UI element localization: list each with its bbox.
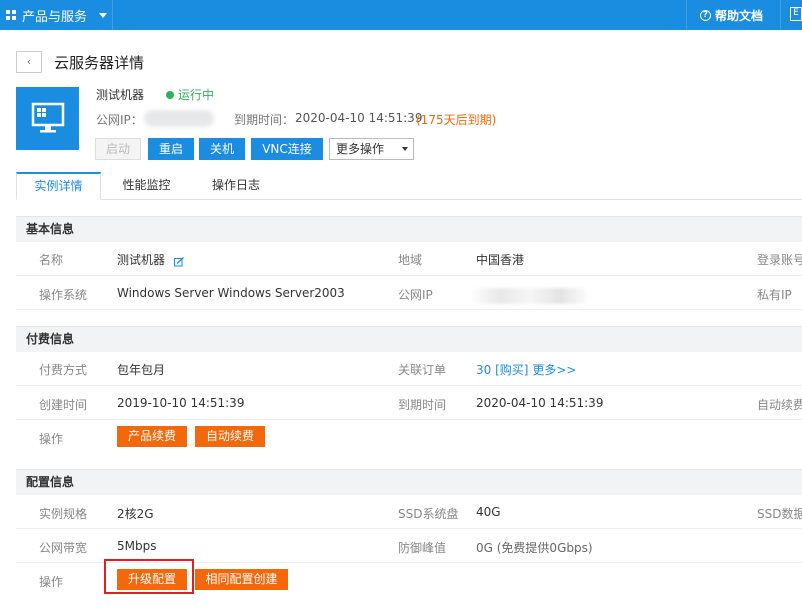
status-text: 运行中	[178, 88, 215, 102]
restart-button[interactable]: 重启	[148, 138, 194, 160]
start-button[interactable]: 启动	[95, 138, 141, 160]
highlight-box	[104, 559, 194, 594]
caret-down-icon	[402, 147, 408, 151]
linked-order-group: 30 [购买] 更多>>	[476, 361, 576, 378]
billing-info-header: 付费信息	[16, 326, 802, 352]
auto-renew-label: 自动续费	[757, 398, 802, 412]
status-dot-icon	[166, 90, 174, 99]
more-actions-label: 更多操作	[336, 142, 385, 156]
order-more-link[interactable]: 更多>>	[532, 363, 576, 377]
topbar-divider	[780, 0, 781, 30]
help-docs-label: 帮助文档	[715, 8, 764, 23]
grid-menu-icon	[6, 10, 16, 20]
os-value: Windows Server Windows Server2003	[117, 286, 345, 300]
more-actions-dropdown[interactable]: 更多操作	[329, 138, 414, 160]
chevron-left-icon: ‹	[26, 55, 32, 68]
os-label: 操作系统	[39, 288, 88, 302]
expire-time-value: 2020-04-10 14:51:39	[295, 111, 423, 125]
ssd-data-disk-label: SSD数据盘	[757, 507, 802, 521]
name-label: 名称	[39, 253, 64, 267]
billing-ops-label: 操作	[39, 432, 64, 446]
order-buy-link[interactable]: [购买]	[495, 363, 528, 377]
public-ip-row-label: 公网IP	[398, 288, 433, 302]
caret-down-icon	[99, 12, 108, 18]
order-count-link[interactable]: 30	[476, 363, 491, 377]
public-ip-value-redacted	[144, 110, 214, 127]
public-ip-row-redacted	[470, 288, 590, 304]
billing-expire-value: 2020-04-10 14:51:39	[476, 396, 604, 410]
bandwidth-label: 公网带宽	[39, 541, 88, 555]
products-services-menu[interactable]: 产品与服务	[0, 0, 108, 30]
ssd-system-disk-label: SSD系统盘	[398, 507, 459, 521]
instance-spec-value: 2核2G	[117, 507, 154, 521]
tab-operation-log[interactable]: 操作日志	[196, 172, 276, 200]
help-docs-link[interactable]: ? 帮助文档	[700, 0, 763, 30]
public-ip-label: 公网IP：	[96, 113, 143, 127]
top-navigation-bar: 产品与服务 ? 帮助文档 E	[0, 0, 802, 30]
ssd-system-disk-value: 40G	[476, 505, 501, 519]
vnc-connect-button[interactable]: VNC连接	[251, 138, 323, 160]
basic-info-header: 基本信息	[16, 216, 802, 242]
topbar-divider	[112, 0, 113, 30]
name-value: 测试机器	[117, 253, 166, 267]
status-badge: 运行中	[166, 86, 214, 103]
shutdown-button[interactable]: 关机	[199, 138, 245, 160]
detail-tabs: 实例详情 性能监控 操作日志	[16, 172, 802, 200]
billing-mode-label: 付费方式	[39, 363, 88, 377]
region-value: 中国香港	[476, 253, 525, 267]
region-label: 地域	[398, 253, 423, 267]
auto-renew-button[interactable]: 自动续费	[195, 426, 265, 447]
help-circle-icon: ?	[700, 9, 711, 21]
created-time-value: 2019-10-10 14:51:39	[117, 396, 245, 410]
private-ip-label: 私有IP	[757, 288, 792, 302]
back-button[interactable]: ‹	[16, 51, 42, 73]
instance-spec-label: 实例规格	[39, 507, 88, 521]
config-ops-label: 操作	[39, 575, 64, 589]
billing-mode-value: 包年包月	[117, 363, 166, 377]
edit-icon[interactable]	[174, 257, 184, 267]
expire-time-label: 到期时间：	[234, 113, 295, 127]
ddos-peak-label: 防御峰值	[398, 541, 447, 555]
topbar-divider	[686, 0, 687, 30]
ddos-peak-value: 0G (免费提供0Gbps)	[476, 541, 593, 555]
bandwidth-value: 5Mbps	[117, 539, 157, 553]
monitor-icon	[16, 87, 79, 150]
page-title: 云服务器详情	[54, 54, 145, 72]
tab-instance-details[interactable]: 实例详情	[16, 172, 101, 200]
billing-expire-label: 到期时间	[398, 398, 447, 412]
linked-order-label: 关联订单	[398, 363, 447, 377]
config-info-header: 配置信息	[16, 469, 802, 495]
expire-remaining: (175天后到期)	[416, 113, 497, 127]
clone-config-button[interactable]: 相同配置创建	[195, 569, 288, 590]
created-time-label: 创建时间	[39, 398, 88, 412]
products-services-label: 产品与服务	[22, 9, 88, 25]
tab-performance-monitor[interactable]: 性能监控	[109, 172, 184, 200]
renew-product-button[interactable]: 产品续费	[117, 426, 187, 447]
user-menu-icon[interactable]: E	[790, 7, 802, 21]
login-account-label: 登录账号	[757, 253, 802, 267]
machine-name: 测试机器	[96, 88, 145, 102]
